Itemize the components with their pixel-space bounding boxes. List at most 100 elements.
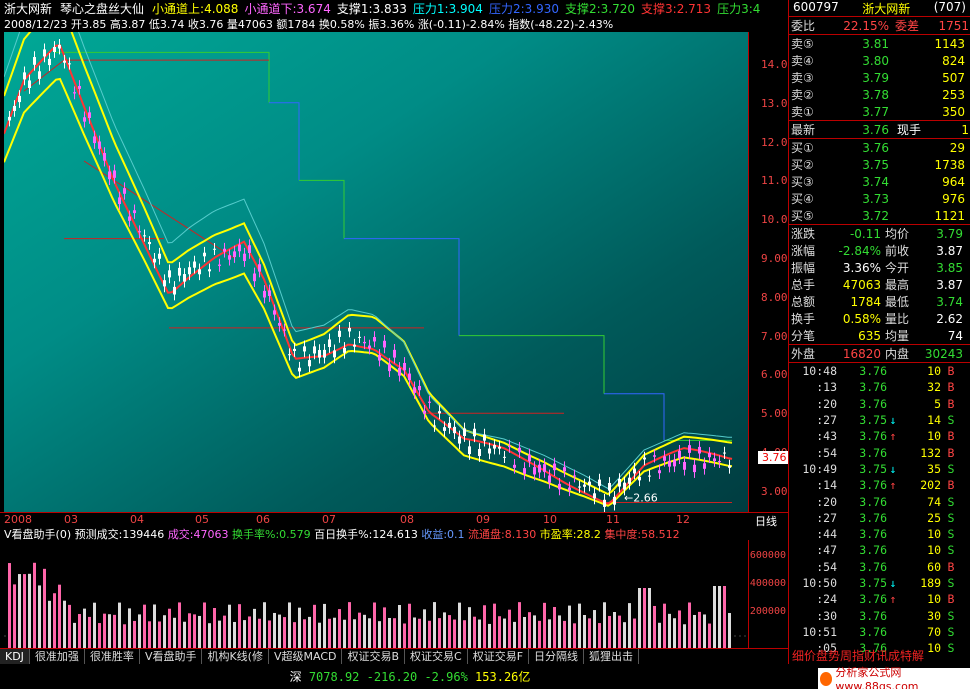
tick-row[interactable]: :13 3.76 32 B: [789, 379, 970, 395]
volume-axis: 600000 400000 200000: [748, 540, 788, 648]
buys-volume: 1121: [934, 208, 965, 223]
volume-chart[interactable]: [4, 540, 748, 648]
price-tick-label: 8.00: [761, 290, 788, 304]
volume-bar: [408, 603, 411, 648]
tick-row[interactable]: :47 3.76 10 S: [789, 542, 970, 558]
tick-row[interactable]: :54 3.76 132 B: [789, 444, 970, 460]
tick-price: 3.76: [859, 429, 887, 444]
candle-body: [703, 463, 706, 469]
weibi-row: 委比 22.15% 委差 1751: [789, 17, 970, 34]
buys-row[interactable]: 买⑤ 3.72 1121: [789, 207, 970, 224]
tick-row[interactable]: :14 3.76 ↑ 202 B: [789, 477, 970, 493]
volume-bar: [378, 621, 381, 648]
candle-body: [448, 422, 451, 428]
pressure-line: [344, 238, 460, 336]
footer-logo[interactable]: 分析家公式网 www.88gs.com: [818, 666, 970, 689]
tick-volume: 10: [927, 592, 941, 607]
ohlc-bar: 2008/12/23 开3.85 高3.87 低3.74 收3.76 量4706…: [0, 16, 788, 30]
candle-body: [278, 322, 281, 326]
candle-body: [503, 456, 506, 458]
stock-flag: (707): [933, 0, 966, 14]
vol-indicator-name: V看盘助手(0): [4, 528, 72, 540]
candle-body: [153, 258, 156, 263]
tab-1[interactable]: 很准加强: [30, 649, 85, 664]
tab-6[interactable]: 权证交易B: [342, 649, 406, 664]
tab-9[interactable]: 日分隔线: [529, 649, 585, 664]
stock-name[interactable]: 浙大网新: [4, 0, 52, 16]
tick-row[interactable]: :54 3.76 60 B: [789, 559, 970, 575]
current-price-tag: 3.76: [758, 451, 791, 464]
candle-body: [513, 464, 516, 468]
tab-0[interactable]: KDJ: [0, 649, 30, 664]
tab-8[interactable]: 权证交易F: [468, 649, 530, 664]
candle-body: [28, 80, 31, 89]
tick-row[interactable]: :30 3.76 30 S: [789, 607, 970, 623]
candle-body: [323, 349, 326, 358]
tick-row[interactable]: :20 3.76 74 S: [789, 493, 970, 509]
sells-row[interactable]: 卖① 3.77 350: [789, 103, 970, 120]
candle-body: [8, 116, 11, 121]
volume-bar: [33, 562, 36, 648]
sells-row[interactable]: 卖⑤ 3.81 1143: [789, 35, 970, 52]
stat-label2: 均价: [885, 227, 910, 241]
buys-row[interactable]: 买③ 3.74 964: [789, 173, 970, 190]
tick-row[interactable]: :20 3.76 5 B: [789, 396, 970, 412]
tick-side: S: [947, 608, 955, 623]
volume-bar: [618, 615, 621, 648]
tick-row[interactable]: :24 3.76 ↑ 10 B: [789, 591, 970, 607]
stock-code: 600797: [793, 0, 839, 14]
candle-body: [288, 354, 291, 356]
indicator-values: 小通道上:4.088 小通道下:3.674 支撑1:3.833 压力1:3.904 压力…: [152, 0, 766, 16]
sell-orders: 卖⑤ 3.81 1143 卖④ 3.80 824 卖③ 3.79 507 卖② 3.78 253 卖① 3…: [789, 35, 970, 120]
tick-row[interactable]: 10:48 3.76 10 B: [789, 363, 970, 379]
tab-2[interactable]: 很准胜率: [85, 649, 140, 664]
tick-row[interactable]: :43 3.76 ↑ 10 B: [789, 428, 970, 444]
sells-label: 卖②: [791, 88, 814, 102]
tick-price: 3.76: [859, 592, 887, 607]
volume-bar: [228, 604, 231, 648]
tick-time: :44: [816, 527, 837, 542]
date-tick-label: 11: [606, 513, 620, 526]
weibi-value: 22.15%: [843, 18, 889, 33]
candle-body: [43, 49, 46, 57]
tick-volume: 202: [920, 478, 941, 493]
tab-7[interactable]: 权证交易C: [405, 649, 468, 664]
volume-bar: [708, 623, 711, 648]
tick-row[interactable]: :44 3.76 10 S: [789, 526, 970, 542]
volume-bar: [428, 620, 431, 648]
stat-value: 47063: [842, 277, 881, 292]
sells-row[interactable]: 卖③ 3.79 507: [789, 69, 970, 86]
tab-3[interactable]: V看盘助手: [140, 649, 203, 664]
tick-row[interactable]: 10:50 3.75 ↓ 189 S: [789, 575, 970, 591]
candle-body: [693, 464, 696, 473]
tick-row[interactable]: :27 3.75 ↓ 14 S: [789, 412, 970, 428]
candle-body: [373, 337, 376, 342]
candle-body: [563, 467, 566, 472]
volume-bar: [513, 621, 516, 648]
buys-row[interactable]: 买① 3.76 29: [789, 139, 970, 156]
promo-text[interactable]: 细价盘势周指财讯成特解: [790, 647, 970, 664]
stat-row: 换手 0.58% 量比 2.62: [789, 310, 970, 327]
volume-bar: [593, 610, 596, 648]
buys-label: 买①: [791, 141, 814, 155]
tick-row[interactable]: 10:49 3.75 ↓ 35 S: [789, 461, 970, 477]
buys-row[interactable]: 买④ 3.73 976: [789, 190, 970, 207]
tick-row[interactable]: 10:51 3.76 70 S: [789, 624, 970, 640]
buys-row[interactable]: 买② 3.75 1738: [789, 156, 970, 173]
candle-body: [653, 455, 656, 457]
sells-row[interactable]: 卖② 3.78 253: [789, 86, 970, 103]
tab-4[interactable]: 机构K线(修: [202, 649, 269, 664]
sells-volume: 824: [942, 53, 965, 68]
candle-body: [573, 475, 576, 477]
sells-row[interactable]: 卖④ 3.80 824: [789, 52, 970, 69]
tick-list[interactable]: 10:48 3.76 10 B:13 3.76 32 B:20 3.76 5 B:27 3.75 ↓ 1…: [789, 363, 970, 656]
candle-body: [608, 482, 611, 491]
current-vol-value: 1: [961, 122, 969, 137]
stat-label2: 均量: [885, 329, 910, 343]
indicator-line: [3, 0, 733, 496]
tab-5[interactable]: V超级MACD: [269, 649, 343, 664]
price-tick-label: 7.00: [761, 329, 788, 343]
kline-chart[interactable]: ←2.66: [3, 0, 748, 513]
tick-row[interactable]: :27 3.76 25 S: [789, 510, 970, 526]
tab-10[interactable]: 狐狸出击: [584, 649, 640, 664]
